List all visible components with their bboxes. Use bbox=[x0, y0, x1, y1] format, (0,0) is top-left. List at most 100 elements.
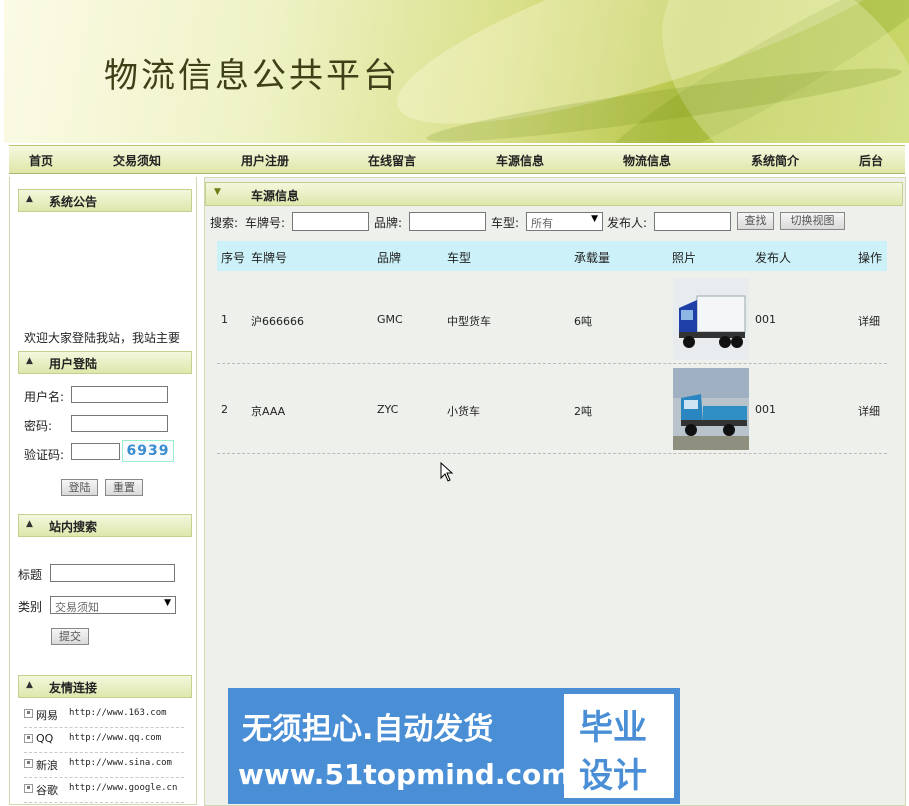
collapse-triangle-icon: ▲ bbox=[26, 356, 33, 366]
column-header: 发布人 bbox=[755, 251, 792, 265]
captcha-label: 验证码: bbox=[24, 448, 65, 462]
brand-label: 品牌: bbox=[374, 216, 403, 230]
announcement-title: 系统公告 bbox=[49, 195, 98, 209]
type-select[interactable]: 所有 ▼ bbox=[526, 212, 603, 231]
link-url: http://www.qq.com bbox=[69, 733, 162, 743]
column-header: 车牌号 bbox=[251, 251, 288, 265]
row-load: 6吨 bbox=[574, 315, 592, 328]
password-input[interactable] bbox=[71, 415, 168, 432]
nav-home[interactable]: 首页 bbox=[29, 152, 53, 169]
search-category-label: 类别 bbox=[18, 600, 43, 614]
watermark-right1: 毕业 bbox=[579, 708, 647, 748]
nav-vehicle-info[interactable]: 车源信息 bbox=[496, 152, 544, 169]
truck-photo[interactable] bbox=[673, 368, 749, 450]
announcement-header: ▲ 系统公告 bbox=[18, 189, 192, 212]
row-type: 小货车 bbox=[447, 405, 480, 418]
watermark-banner: 无须担心.自动发货 www.51topmind.com 毕业 设计 bbox=[228, 688, 680, 804]
watermark-right2: 设计 bbox=[579, 756, 647, 796]
bullet-icon: ▪ bbox=[24, 759, 33, 768]
row-number: 1 bbox=[221, 313, 228, 326]
friend-link[interactable]: ▪ 谷歌 http://www.google.cn bbox=[24, 778, 184, 803]
row-brand: GMC bbox=[377, 313, 403, 326]
type-selected-value: 所有 bbox=[531, 217, 553, 230]
search-category-select[interactable]: 交易须知 ▼ bbox=[50, 596, 176, 614]
login-title: 用户登陆 bbox=[49, 357, 98, 371]
expand-triangle-icon: ▼ bbox=[214, 187, 221, 197]
collapse-triangle-icon: ▲ bbox=[26, 194, 33, 204]
site-search-title: 站内搜索 bbox=[49, 520, 98, 534]
plate-input[interactable] bbox=[292, 212, 369, 231]
nav-register[interactable]: 用户注册 bbox=[241, 152, 289, 169]
nav-guestbook[interactable]: 在线留言 bbox=[368, 152, 416, 169]
search-bar: 搜索: 车牌号: 品牌: 车型: 所有 ▼ 发布人: 查找 切换视图 bbox=[205, 211, 905, 233]
link-url: http://www.163.com bbox=[69, 708, 167, 718]
nav-admin[interactable]: 后台 bbox=[859, 152, 883, 169]
search-button[interactable]: 查找 bbox=[737, 212, 774, 230]
username-label: 用户名: bbox=[24, 390, 65, 404]
friend-link[interactable]: ▪ QQ http://www.qq.com bbox=[24, 728, 184, 753]
vehicle-info-header: ▼ 车源信息 bbox=[205, 182, 903, 206]
announcement-text: 欢迎大家登陆我站，我站主要 bbox=[24, 331, 181, 345]
row-publisher: 001 bbox=[755, 403, 776, 416]
password-label: 密码: bbox=[24, 419, 53, 433]
watermark-line2: www.51topmind.com bbox=[238, 758, 571, 791]
collapse-triangle-icon: ▲ bbox=[26, 519, 33, 529]
row-detail-link[interactable]: 详细 bbox=[858, 313, 880, 329]
type-label: 车型: bbox=[491, 216, 520, 230]
publisher-label: 发布人: bbox=[607, 216, 648, 230]
friend-link[interactable]: ▪ 新浪 http://www.sina.com bbox=[24, 753, 184, 778]
column-header: 照片 bbox=[672, 251, 697, 265]
header-banner: 物流信息公共平台 bbox=[4, 0, 909, 143]
search-title-label: 标题 bbox=[18, 568, 43, 582]
links-title: 友情连接 bbox=[49, 681, 98, 695]
column-header: 操作 bbox=[858, 251, 883, 265]
row-load: 2吨 bbox=[574, 405, 592, 418]
publisher-input[interactable] bbox=[654, 212, 731, 231]
row-plate: 沪666666 bbox=[251, 315, 304, 328]
column-header: 序号 bbox=[221, 251, 246, 265]
row-type: 中型货车 bbox=[447, 315, 491, 328]
sidebar: ▲ 系统公告 欢迎大家登陆我站，我站主要 ▲ 用户登陆 用户名: 密码: 验证码… bbox=[9, 177, 197, 805]
search-submit-button[interactable]: 提交 bbox=[51, 628, 89, 645]
reset-button[interactable]: 重置 bbox=[105, 479, 143, 496]
friend-link[interactable]: ▪ 网易 http://www.163.com bbox=[24, 703, 184, 728]
row-detail-link[interactable]: 详细 bbox=[858, 403, 880, 419]
column-header: 承载量 bbox=[574, 251, 611, 265]
row-number: 2 bbox=[221, 403, 228, 416]
table-header: 序号 车牌号 品牌 车型 承载量 照片 发布人 操作 bbox=[217, 241, 887, 271]
row-brand: ZYC bbox=[377, 403, 399, 416]
captcha-image[interactable]: 6939 bbox=[122, 440, 174, 462]
nav-logistics-info[interactable]: 物流信息 bbox=[623, 152, 671, 169]
site-search-header: ▲ 站内搜索 bbox=[18, 514, 192, 537]
login-button[interactable]: 登陆 bbox=[61, 479, 98, 496]
bullet-icon: ▪ bbox=[24, 784, 33, 793]
nav-trade-notice[interactable]: 交易须知 bbox=[113, 152, 161, 169]
links-header: ▲ 友情连接 bbox=[18, 675, 192, 698]
link-url: http://www.sina.com bbox=[69, 758, 172, 768]
link-name: 新浪 bbox=[36, 759, 58, 772]
chevron-down-icon: ▼ bbox=[164, 598, 171, 608]
category-selected-value: 交易须知 bbox=[55, 601, 99, 614]
bullet-icon: ▪ bbox=[24, 709, 33, 718]
captcha-input[interactable] bbox=[71, 443, 120, 460]
switch-view-button[interactable]: 切换视图 bbox=[780, 212, 845, 230]
login-header: ▲ 用户登陆 bbox=[18, 351, 192, 374]
search-prefix-label: 搜索: bbox=[210, 216, 239, 230]
link-name: 谷歌 bbox=[36, 784, 58, 797]
link-name: QQ bbox=[36, 732, 54, 745]
vehicle-info-title: 车源信息 bbox=[251, 189, 300, 203]
table-row: 2 京AAA ZYC 小货车 2吨 001 详细 bbox=[217, 363, 887, 454]
username-input[interactable] bbox=[71, 386, 168, 403]
plate-label: 车牌号: bbox=[245, 216, 286, 230]
nav-about[interactable]: 系统简介 bbox=[751, 152, 799, 169]
column-header: 车型 bbox=[447, 251, 472, 265]
truck-photo[interactable] bbox=[673, 278, 749, 360]
row-publisher: 001 bbox=[755, 313, 776, 326]
watermark-left: 无须担心.自动发货 www.51topmind.com bbox=[228, 688, 570, 804]
row-plate: 京AAA bbox=[251, 405, 286, 418]
bullet-icon: ▪ bbox=[24, 734, 33, 743]
site-title: 物流信息公共平台 bbox=[104, 56, 400, 96]
search-title-input[interactable] bbox=[50, 564, 175, 582]
watermark-line1: 无须担心.自动发货 bbox=[242, 712, 494, 747]
brand-input[interactable] bbox=[409, 212, 486, 231]
